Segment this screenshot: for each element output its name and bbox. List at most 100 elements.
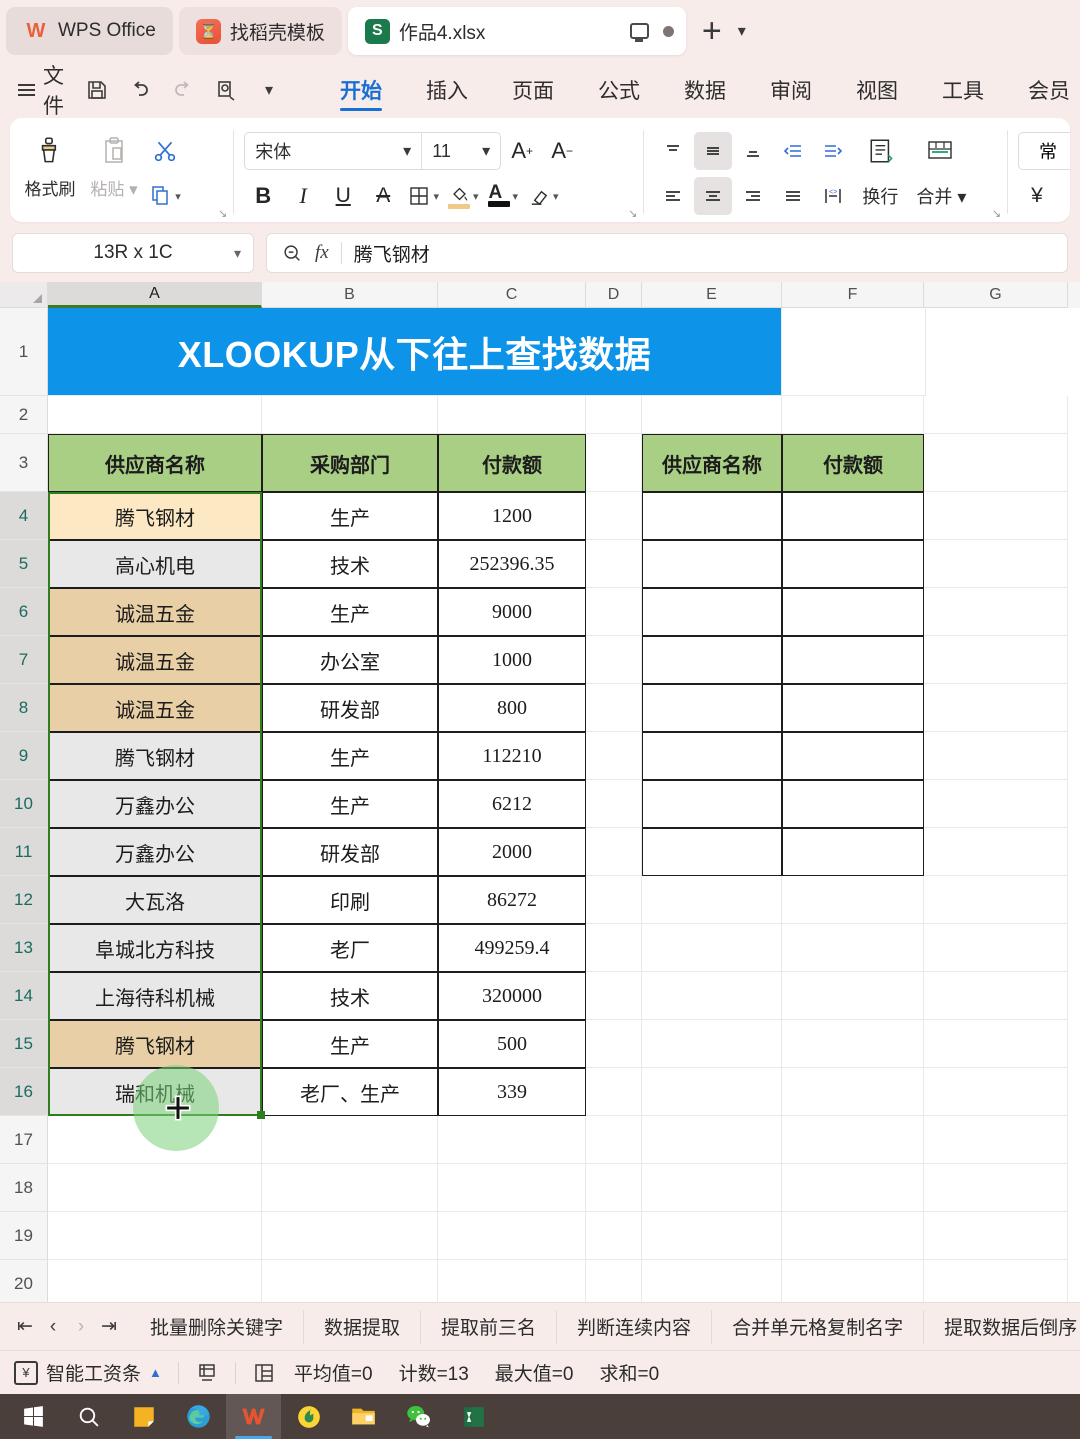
cell-c12[interactable]: 86272 (438, 876, 586, 924)
row-header-4[interactable]: 4 (0, 492, 48, 540)
cell-f8[interactable] (782, 684, 924, 732)
tab-data[interactable]: 数据 (662, 67, 748, 113)
next-sheet-icon[interactable]: › (68, 1316, 94, 1338)
tab-active-workbook[interactable]: S 作品4.xlsx (347, 7, 686, 55)
cell-f12[interactable] (782, 876, 924, 924)
cell-f14[interactable] (782, 972, 924, 1020)
cell-b2[interactable] (262, 396, 438, 434)
undo-icon[interactable] (121, 71, 159, 109)
align-bottom-icon[interactable] (734, 132, 772, 170)
cell-c9[interactable]: 112210 (438, 732, 586, 780)
cell-a7[interactable]: 诚温五金 (48, 636, 262, 684)
prev-sheet-icon[interactable]: ‹ (40, 1316, 66, 1338)
cell-c8[interactable]: 800 (438, 684, 586, 732)
cell-b7[interactable]: 办公室 (262, 636, 438, 684)
cell-d5[interactable] (586, 540, 642, 588)
cell-b20[interactable] (262, 1260, 438, 1302)
cell-e20[interactable] (642, 1260, 782, 1302)
align-center-icon[interactable] (694, 177, 733, 215)
italic-button[interactable]: I (284, 177, 322, 215)
cell-g16[interactable] (924, 1068, 1068, 1116)
column-header-a[interactable]: A (48, 282, 262, 308)
header-payment-amount-c[interactable]: 付款额 (438, 434, 586, 492)
cell-b8[interactable]: 研发部 (262, 684, 438, 732)
cell-g9[interactable] (924, 732, 1068, 780)
font-dialog-launcher[interactable]: ↘ (628, 207, 637, 220)
column-header-b[interactable]: B (262, 282, 438, 308)
file-explorer-icon[interactable] (336, 1394, 391, 1439)
cell-d3[interactable] (586, 434, 642, 492)
sticky-notes-icon[interactable] (116, 1394, 171, 1439)
tab-start[interactable]: 开始 (318, 67, 404, 113)
cell-d19[interactable] (586, 1212, 642, 1260)
cell-b16[interactable]: 老厂、生产 (262, 1068, 438, 1116)
cell-e6[interactable] (642, 588, 782, 636)
text-orientation-icon[interactable]: <> (814, 177, 852, 215)
sheet-tab-0[interactable]: 批量删除关键字 (130, 1309, 305, 1344)
cell-e17[interactable] (642, 1116, 782, 1164)
file-menu-button[interactable]: 文件 (18, 62, 64, 118)
cell-c18[interactable] (438, 1164, 586, 1212)
cell-g18[interactable] (924, 1164, 1068, 1212)
align-right-icon[interactable] (734, 177, 772, 215)
cell-a4[interactable]: 腾飞钢材 (48, 492, 262, 540)
cell-b4[interactable]: 生产 (262, 492, 438, 540)
borders-icon[interactable]: ▾ (404, 177, 442, 215)
cell-a17[interactable] (48, 1116, 262, 1164)
row-header-3[interactable]: 3 (0, 434, 48, 492)
cell-a2[interactable] (48, 396, 262, 434)
cell-b13[interactable]: 老厂 (262, 924, 438, 972)
cell-f15[interactable] (782, 1020, 924, 1068)
tab-wps-office[interactable]: W WPS Office (6, 7, 173, 55)
cell-g15[interactable] (924, 1020, 1068, 1068)
cell-f13[interactable] (782, 924, 924, 972)
sheet-tab-2[interactable]: 提取前三名 (421, 1309, 558, 1344)
cell-d17[interactable] (586, 1116, 642, 1164)
cell-f6[interactable] (782, 588, 924, 636)
chevron-down-icon[interactable]: ▾ (738, 21, 746, 41)
edge-browser-icon[interactable] (171, 1394, 226, 1439)
cell-f16[interactable] (782, 1068, 924, 1116)
cell-e13[interactable] (642, 924, 782, 972)
cell-a15[interactable]: 腾飞钢材 (48, 1020, 262, 1068)
cell-e2[interactable] (642, 396, 782, 434)
cell-c11[interactable]: 2000 (438, 828, 586, 876)
row-header-19[interactable]: 19 (0, 1212, 48, 1260)
fill-color-icon[interactable]: ▾ (444, 177, 482, 215)
cell-g10[interactable] (924, 780, 1068, 828)
excel-icon[interactable] (446, 1394, 501, 1439)
cell-g6[interactable] (924, 588, 1068, 636)
row-header-2[interactable]: 2 (0, 396, 48, 434)
cell-a9[interactable]: 腾飞钢材 (48, 732, 262, 780)
cell-c14[interactable]: 320000 (438, 972, 586, 1020)
cell-b19[interactable] (262, 1212, 438, 1260)
cell-b6[interactable]: 生产 (262, 588, 438, 636)
cell-f10[interactable] (782, 780, 924, 828)
row-header-11[interactable]: 11 (0, 828, 48, 876)
cell-b9[interactable]: 生产 (262, 732, 438, 780)
cell-c17[interactable] (438, 1116, 586, 1164)
chevron-down-icon[interactable]: ▾ (250, 71, 288, 109)
sheet-tab-3[interactable]: 判断连续内容 (557, 1309, 713, 1344)
cell-e14[interactable] (642, 972, 782, 1020)
cell-c20[interactable] (438, 1260, 586, 1302)
bold-button[interactable]: B (244, 177, 282, 215)
cell-a11[interactable]: 万鑫办公 (48, 828, 262, 876)
cell-e4[interactable] (642, 492, 782, 540)
cell-c10[interactable]: 6212 (438, 780, 586, 828)
cell-e5[interactable] (642, 540, 782, 588)
formula-input[interactable]: fx 腾飞钢材 (266, 233, 1068, 273)
cell-g17[interactable] (924, 1116, 1068, 1164)
cell-d13[interactable] (586, 924, 642, 972)
row-header-6[interactable]: 6 (0, 588, 48, 636)
cell-d2[interactable] (586, 396, 642, 434)
cell-f7[interactable] (782, 636, 924, 684)
name-box[interactable]: 13R x 1C ▾ (12, 233, 254, 273)
row-header-7[interactable]: 7 (0, 636, 48, 684)
row-header-14[interactable]: 14 (0, 972, 48, 1020)
increase-font-size-icon[interactable]: A + (503, 132, 541, 170)
cell-d9[interactable] (586, 732, 642, 780)
cell-d14[interactable] (586, 972, 642, 1020)
tab-review[interactable]: 审阅 (748, 67, 834, 113)
cell-e16[interactable] (642, 1068, 782, 1116)
